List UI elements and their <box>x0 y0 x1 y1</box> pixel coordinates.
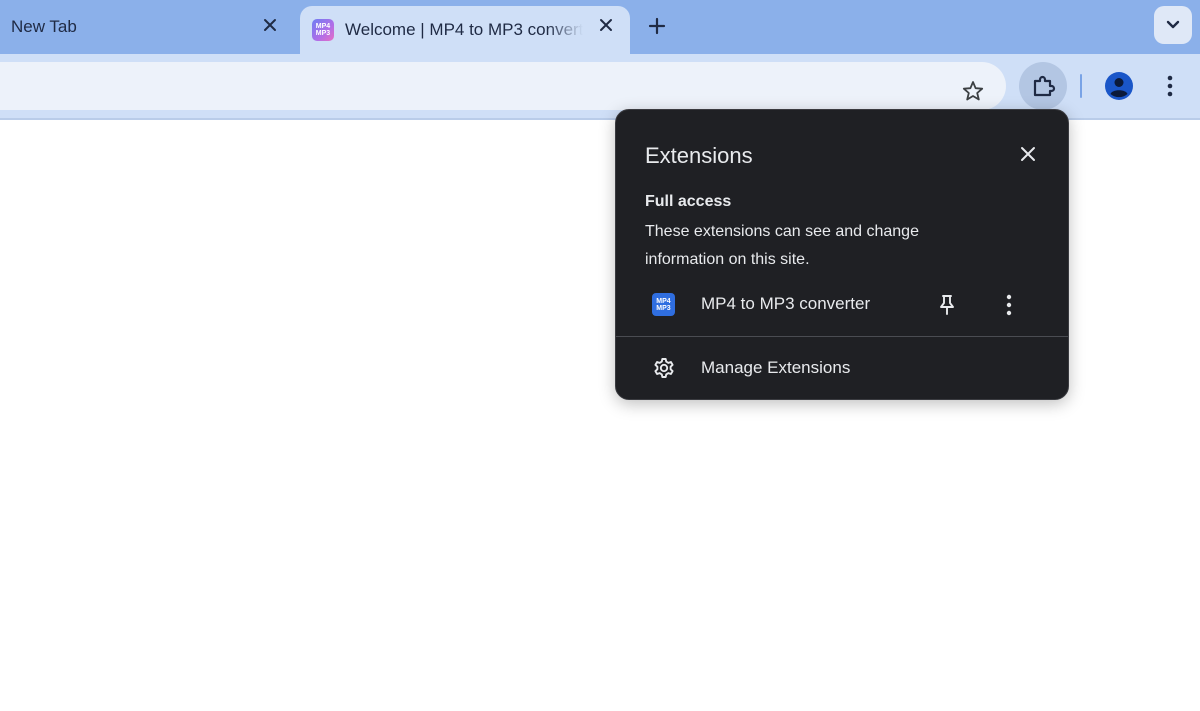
extension-row[interactable]: MP4 MP3 MP4 to MP3 converter <box>616 284 1068 326</box>
mp4-mp3-favicon-icon: MP4 MP3 <box>312 19 334 41</box>
pin-extension-button[interactable] <box>932 290 962 320</box>
close-button[interactable] <box>1014 140 1042 168</box>
tab-close-icon[interactable] <box>258 13 282 37</box>
extensions-menu-title: Extensions <box>645 143 753 168</box>
toolbar-separator <box>1080 74 1082 98</box>
star-icon <box>962 81 984 101</box>
tab-new-tab[interactable]: New Tab <box>0 0 298 54</box>
new-tab-button[interactable] <box>643 12 671 40</box>
plus-icon <box>648 17 666 35</box>
tab-close-icon[interactable] <box>594 13 618 37</box>
tab-strip: New Tab MP4 MP3 Welcome | MP4 to MP3 con… <box>0 0 1200 54</box>
address-bar[interactable] <box>0 62 1006 110</box>
puzzle-icon <box>1033 75 1056 97</box>
chevron-down-icon <box>1166 20 1180 29</box>
mp4-mp3-extension-icon: MP4 MP3 <box>652 293 675 316</box>
full-access-description: These extensions can see and change info… <box>645 223 919 268</box>
favicon-text-top: MP4 <box>315 23 331 30</box>
tab-title: Welcome | MP4 to MP3 converter <box>345 20 583 39</box>
extension-name: MP4 to MP3 converter <box>701 294 871 313</box>
chrome-menu-button[interactable] <box>1156 70 1184 102</box>
bookmark-star-button[interactable] <box>956 74 990 108</box>
extension-icon-text-top: MP4 <box>656 297 671 305</box>
extension-icon-text-bottom: MP3 <box>656 304 671 312</box>
manage-extensions-label: Manage Extensions <box>701 358 851 377</box>
extensions-menu: Extensions Full access These extensions … <box>615 109 1069 400</box>
more-vert-icon <box>1006 294 1012 316</box>
tab-search-button[interactable] <box>1154 6 1192 44</box>
tab-welcome[interactable]: MP4 MP3 Welcome | MP4 to MP3 converter <box>300 6 630 54</box>
account-icon <box>1105 72 1133 100</box>
extensions-button[interactable] <box>1019 62 1067 110</box>
full-access-heading: Full access <box>645 193 732 210</box>
tab-title: New Tab <box>11 17 77 36</box>
favicon-text-bottom: MP3 <box>315 30 331 37</box>
extension-more-button[interactable] <box>994 290 1024 320</box>
manage-extensions-item[interactable]: Manage Extensions <box>616 350 1068 386</box>
more-vert-icon <box>1167 75 1173 97</box>
gear-icon <box>651 355 677 381</box>
profile-button[interactable] <box>1104 71 1134 101</box>
menu-divider <box>616 336 1068 337</box>
pin-icon <box>940 295 954 315</box>
close-icon <box>1021 147 1035 161</box>
